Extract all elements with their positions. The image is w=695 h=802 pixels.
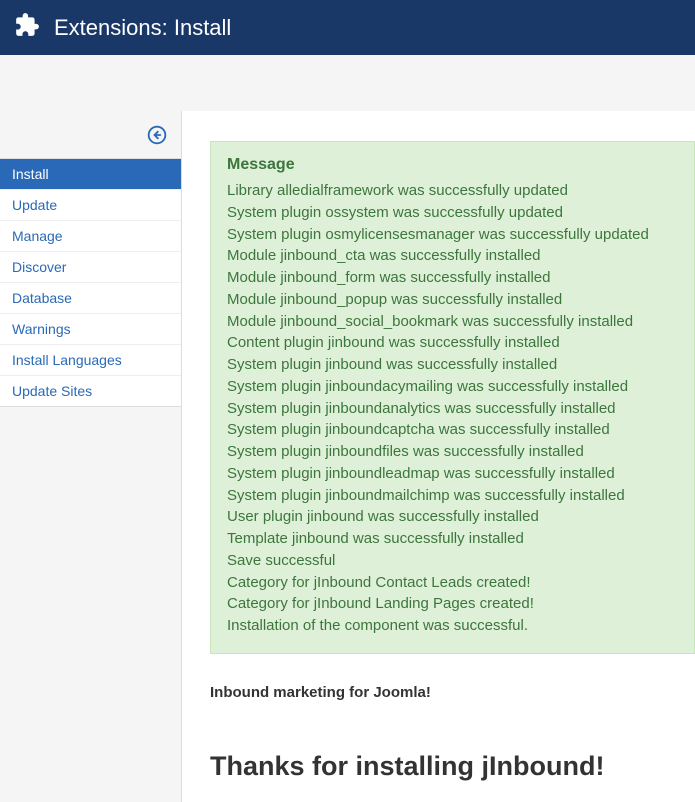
puzzle-icon (14, 12, 54, 43)
message-line: System plugin osmylicensesmanager was su… (227, 224, 678, 246)
app-header: Extensions: Install (0, 0, 695, 55)
sidebar-item-update[interactable]: Update (0, 190, 181, 221)
arrow-left-circle-icon (147, 125, 167, 150)
sidebar-item-update-sites[interactable]: Update Sites (0, 376, 181, 406)
message-line: Module jinbound_popup was successfully i… (227, 289, 678, 311)
message-line: Save successful (227, 550, 678, 572)
content-wrapper: InstallUpdateManageDiscoverDatabaseWarni… (0, 111, 695, 802)
sidebar-nav: InstallUpdateManageDiscoverDatabaseWarni… (0, 158, 181, 407)
message-line: System plugin jinboundmailchimp was succ… (227, 485, 678, 507)
toolbar-area (0, 55, 695, 111)
message-line: Content plugin jinbound was successfully… (227, 332, 678, 354)
main-content: Message Library alledialframework was su… (182, 111, 695, 802)
message-line: System plugin jinboundcaptcha was succes… (227, 419, 678, 441)
message-line: Installation of the component was succes… (227, 615, 678, 637)
message-line: System plugin jinboundleadmap was succes… (227, 463, 678, 485)
sidebar-item-install[interactable]: Install (0, 159, 181, 190)
message-box: Message Library alledialframework was su… (210, 141, 695, 654)
thanks-heading: Thanks for installing jInbound! (210, 751, 695, 782)
message-line: Module jinbound_cta was successfully ins… (227, 245, 678, 267)
message-line: System plugin jinboundanalytics was succ… (227, 398, 678, 420)
message-line: Library alledialframework was successful… (227, 180, 678, 202)
message-line: System plugin jinboundfiles was successf… (227, 441, 678, 463)
page-title: Extensions: Install (54, 15, 231, 41)
message-line: System plugin ossystem was successfully … (227, 202, 678, 224)
sidebar-collapse-button[interactable] (0, 119, 181, 158)
sidebar-item-install-languages[interactable]: Install Languages (0, 345, 181, 376)
message-line: Module jinbound_form was successfully in… (227, 267, 678, 289)
message-lines: Library alledialframework was successful… (227, 180, 678, 637)
message-title: Message (227, 156, 678, 174)
sidebar: InstallUpdateManageDiscoverDatabaseWarni… (0, 111, 182, 802)
message-line: Template jinbound was successfully insta… (227, 528, 678, 550)
message-line: System plugin jinboundacymailing was suc… (227, 376, 678, 398)
sidebar-item-warnings[interactable]: Warnings (0, 314, 181, 345)
sidebar-item-discover[interactable]: Discover (0, 252, 181, 283)
sidebar-item-database[interactable]: Database (0, 283, 181, 314)
message-line: Module jinbound_social_bookmark was succ… (227, 311, 678, 333)
message-line: System plugin jinbound was successfully … (227, 354, 678, 376)
message-line: User plugin jinbound was successfully in… (227, 506, 678, 528)
message-line: Category for jInbound Landing Pages crea… (227, 593, 678, 615)
message-line: Category for jInbound Contact Leads crea… (227, 572, 678, 594)
component-subtitle: Inbound marketing for Joomla! (210, 684, 695, 701)
sidebar-item-manage[interactable]: Manage (0, 221, 181, 252)
